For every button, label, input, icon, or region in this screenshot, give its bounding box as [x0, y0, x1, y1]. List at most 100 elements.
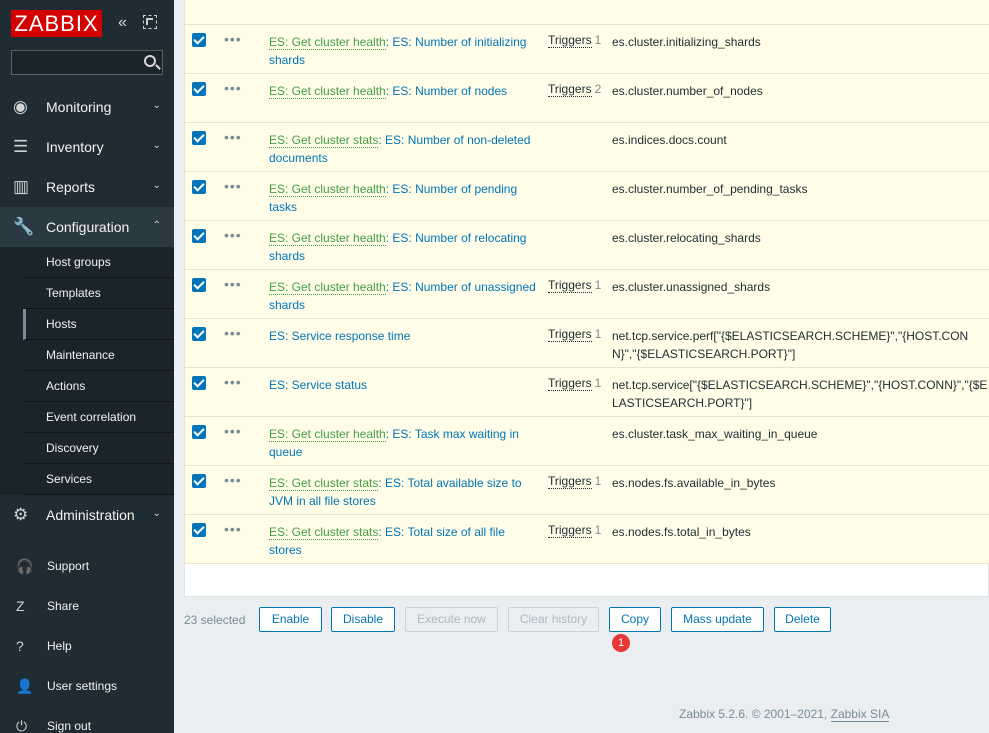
row-checkbox[interactable] — [192, 278, 206, 292]
submenu-host-groups[interactable]: Host groups — [23, 247, 174, 278]
triggers-link[interactable]: Triggers — [548, 327, 592, 342]
item-triggers[interactable]: Triggers 1 — [548, 33, 601, 48]
item-name[interactable]: ES: Get cluster health: ES: Number of pe… — [269, 180, 539, 216]
item-parent-link[interactable]: ES: Get cluster health — [269, 280, 386, 295]
menu-administration[interactable]: ⚙ Administration ⌄ — [0, 495, 174, 535]
row-checkbox[interactable] — [192, 327, 206, 341]
menu-label: Reports — [46, 179, 96, 195]
item-name[interactable]: ES: Get cluster health: ES: Number of re… — [269, 229, 539, 265]
more-options-icon[interactable]: ••• — [224, 227, 242, 243]
submenu-discovery[interactable]: Discovery — [23, 433, 174, 464]
more-options-icon[interactable]: ••• — [224, 178, 242, 194]
item-triggers[interactable]: Triggers 1 — [548, 474, 601, 489]
item-name[interactable]: ES: Get cluster health: ES: Number of un… — [269, 278, 539, 314]
item-parent-link[interactable]: ES: Get cluster health — [269, 84, 386, 99]
menu-sign-out[interactable]: ⏻ Sign out — [0, 706, 174, 733]
search-icon[interactable] — [144, 55, 156, 67]
menu-monitoring[interactable]: ◉ Monitoring ⌄ — [0, 87, 174, 127]
item-name-link[interactable]: ES: Number of nodes — [392, 84, 507, 98]
item-parent-link[interactable]: ES: Get cluster health — [269, 182, 386, 197]
table-row: ••• ES: Get cluster stats: ES: Total ava… — [185, 466, 989, 515]
item-parent-link[interactable]: ES: Get cluster health — [269, 427, 386, 442]
item-name[interactable]: ES: Service status — [269, 376, 539, 394]
row-checkbox[interactable] — [192, 180, 206, 194]
item-parent-link[interactable]: ES: Get cluster health — [269, 231, 386, 246]
lower-menu: 🎧 Support Z Share ? Help 👤 User settings… — [0, 546, 174, 733]
triggers-link[interactable]: Triggers — [548, 82, 592, 97]
more-options-icon[interactable]: ••• — [224, 325, 242, 341]
more-options-icon[interactable]: ••• — [224, 521, 242, 537]
item-triggers[interactable]: Triggers 1 — [548, 523, 601, 538]
item-name[interactable]: ES: Get cluster stats: ES: Total availab… — [269, 474, 539, 510]
configuration-submenu: Host groups Templates Hosts Maintenance … — [0, 247, 174, 495]
submenu-actions[interactable]: Actions — [23, 371, 174, 402]
copy-button[interactable]: Copy — [609, 607, 661, 632]
more-options-icon[interactable]: ••• — [224, 423, 242, 439]
menu-support[interactable]: 🎧 Support — [0, 546, 174, 586]
menu-share[interactable]: Z Share — [0, 586, 174, 626]
delete-button[interactable]: Delete — [774, 607, 831, 632]
selected-count: 23 selected — [184, 613, 246, 627]
zabbix-sia-link[interactable]: Zabbix SIA — [830, 707, 890, 722]
triggers-link[interactable]: Triggers — [548, 278, 592, 293]
gear-icon: ⚙ — [13, 505, 29, 524]
row-checkbox[interactable] — [192, 82, 206, 96]
triggers-link[interactable]: Triggers — [548, 33, 592, 48]
row-checkbox[interactable] — [192, 131, 206, 145]
collapse-icon[interactable]: « — [118, 15, 134, 31]
row-checkbox[interactable] — [192, 229, 206, 243]
item-parent-link[interactable]: ES: Get cluster stats — [269, 476, 379, 491]
search-input[interactable] — [11, 50, 163, 75]
more-options-icon[interactable]: ••• — [224, 472, 242, 488]
row-checkbox[interactable] — [192, 376, 206, 390]
item-triggers[interactable]: Triggers 1 — [548, 327, 601, 342]
more-options-icon[interactable]: ••• — [224, 276, 242, 292]
item-triggers[interactable]: Triggers 1 — [548, 278, 601, 293]
more-options-icon[interactable]: ••• — [224, 374, 242, 390]
submenu-templates[interactable]: Templates — [23, 278, 174, 309]
item-parent-link[interactable]: ES: Get cluster stats — [269, 133, 379, 148]
zabbix-logo[interactable]: ZABBIX — [11, 10, 102, 37]
item-key: es.cluster.relocating_shards — [612, 231, 761, 245]
item-name[interactable]: ES: Get cluster stats: ES: Number of non… — [269, 131, 539, 167]
more-options-icon[interactable]: ••• — [224, 80, 242, 96]
item-name-link[interactable]: ES: Service response time — [269, 329, 410, 343]
item-name[interactable]: ES: Get cluster stats: ES: Total size of… — [269, 523, 539, 559]
submenu-event-correlation[interactable]: Event correlation — [23, 402, 174, 433]
menu-configuration[interactable]: 🔧 Configuration ⌃ — [0, 207, 174, 247]
item-name-link[interactable]: ES: Service status — [269, 378, 367, 392]
row-checkbox[interactable] — [192, 33, 206, 47]
triggers-link[interactable]: Triggers — [548, 376, 592, 391]
menu-help[interactable]: ? Help — [0, 626, 174, 666]
item-triggers[interactable]: Triggers 1 — [548, 376, 602, 391]
kiosk-icon[interactable] — [143, 15, 157, 29]
item-triggers[interactable]: Triggers 2 — [548, 82, 601, 97]
item-name[interactable]: ES: Get cluster health: ES: Number of no… — [269, 82, 539, 100]
more-options-icon[interactable]: ••• — [224, 31, 242, 47]
submenu-maintenance[interactable]: Maintenance — [23, 340, 174, 371]
more-options-icon[interactable]: ••• — [224, 129, 242, 145]
submenu-services[interactable]: Services — [23, 464, 174, 495]
menu-user-settings[interactable]: 👤 User settings — [0, 666, 174, 706]
clear-history-button[interactable]: Clear history — [508, 607, 599, 632]
triggers-link[interactable]: Triggers — [548, 523, 592, 538]
row-checkbox[interactable] — [192, 425, 206, 439]
enable-button[interactable]: Enable — [259, 607, 322, 632]
menu-reports[interactable]: ▥ Reports ⌄ — [0, 167, 174, 207]
triggers-link[interactable]: Triggers — [548, 474, 592, 489]
item-name[interactable]: ES: Get cluster health: ES: Task max wai… — [269, 425, 539, 461]
mass-update-button[interactable]: Mass update — [671, 607, 764, 632]
item-parent-link[interactable]: ES: Get cluster stats — [269, 525, 379, 540]
triggers-count: 1 — [594, 376, 602, 390]
submenu-hosts[interactable]: Hosts — [23, 309, 174, 340]
disable-button[interactable]: Disable — [331, 607, 395, 632]
execute-now-button[interactable]: Execute now — [405, 607, 498, 632]
row-checkbox[interactable] — [192, 474, 206, 488]
row-checkbox[interactable] — [192, 523, 206, 537]
item-parent-link[interactable]: ES: Get cluster health — [269, 35, 386, 50]
item-name[interactable]: ES: Get cluster health: ES: Number of in… — [269, 33, 539, 69]
items-table: ••• ES: Get cluster health: ES: Number o… — [184, 0, 989, 597]
menu-inventory[interactable]: ☰ Inventory ⌄ — [0, 127, 174, 167]
item-name[interactable]: ES: Service response time — [269, 327, 539, 345]
item-key: es.cluster.number_of_pending_tasks — [612, 182, 808, 196]
